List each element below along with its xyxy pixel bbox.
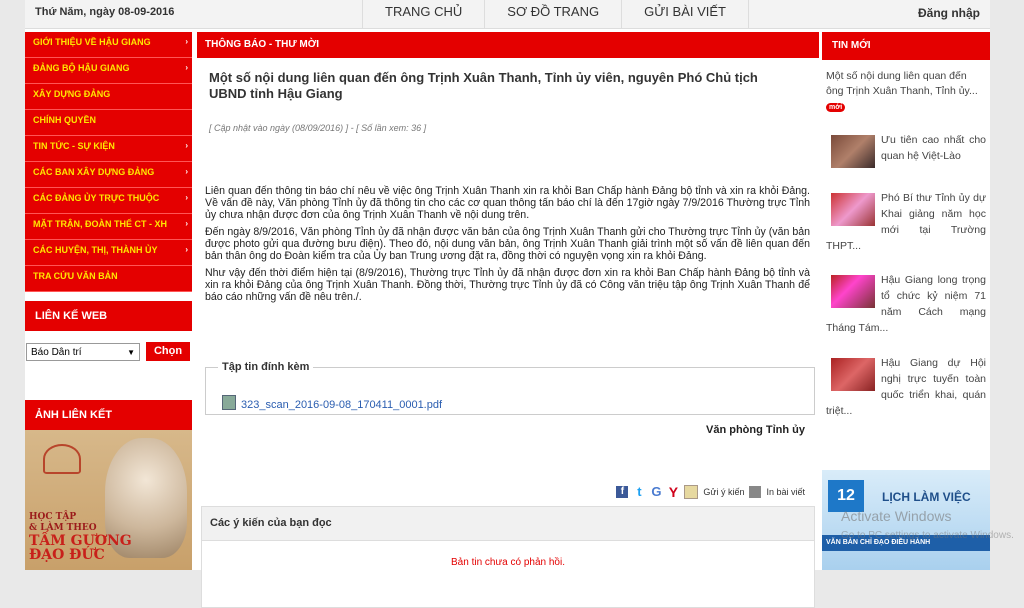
lotus-icon xyxy=(43,444,81,474)
chevron-right-icon: › xyxy=(185,219,188,228)
latest-news-heading: TIN MỚI xyxy=(822,32,990,60)
attachments-box: Tập tin đính kèm 323_scan_2016-09-08_170… xyxy=(205,361,815,415)
photo-links-heading: ẢNH LIÊN KẾT xyxy=(25,400,192,430)
news-thumbnail xyxy=(831,275,875,308)
article-body: Liên quan đến thông tin báo chí nêu về v… xyxy=(205,185,810,308)
file-icon xyxy=(222,395,236,410)
share-bar: f t G Y Gửi ý kiến In bài viết xyxy=(616,485,805,499)
news-item[interactable]: Hậu Giang long trọng tổ chức kỷ niệm 71 … xyxy=(826,272,986,336)
menu-item-tin-tuc[interactable]: TIN TỨC - SỰ KIỆN › xyxy=(25,136,192,162)
left-menu: GIỚI THIỆU VỀ HẬU GIANG › ĐẢNG BỘ HẬU GIA… xyxy=(25,32,192,331)
print-link[interactable]: In bài viết xyxy=(766,487,805,497)
web-links-select[interactable]: Báo Dân trí ▼ xyxy=(26,343,140,361)
menu-item-label: ĐẢNG BỘ HẬU GIANG xyxy=(33,63,130,73)
attachment-link[interactable]: 323_scan_2016-09-08_170411_0001.pdf xyxy=(222,395,442,411)
paragraph: Liên quan đến thông tin báo chí nêu về v… xyxy=(205,185,810,221)
banner-line-4: ĐẠO ĐỨC xyxy=(29,547,105,563)
banner-text-2: TẤM GƯƠNG ĐẠO ĐỨC xyxy=(29,534,132,562)
menu-item-label: MẶT TRẬN, ĐOÀN THỂ CT - XH xyxy=(33,219,167,229)
menu-item-label: XÂY DỰNG ĐẢNG xyxy=(33,89,111,99)
top-bar: Thứ Năm, ngày 08-09-2016 TRANG CHỦ SƠ ĐỒ… xyxy=(25,0,990,29)
chevron-right-icon: › xyxy=(185,37,188,46)
google-icon[interactable]: G xyxy=(650,485,662,498)
chevron-right-icon: › xyxy=(185,245,188,254)
page-gutter xyxy=(990,0,1024,570)
chevron-right-icon: › xyxy=(185,141,188,150)
banner-text-1: HỌC TẬP & LÀM THEO xyxy=(29,512,97,534)
yahoo-icon[interactable]: Y xyxy=(667,485,679,499)
news-item[interactable]: Hậu Giang dự Hội nghị trực tuyến toàn qu… xyxy=(826,355,986,419)
nav-submit-article[interactable]: GỬI BÀI VIẾT xyxy=(621,0,749,28)
new-badge: mới xyxy=(826,103,846,112)
main-content: THÔNG BÁO - THƯ MỜI Một số nội dung liên… xyxy=(197,32,819,608)
login-link[interactable]: Đăng nhập xyxy=(918,6,980,20)
menu-item-label: CHÍNH QUYỀN xyxy=(33,115,97,125)
menu-item-label: CÁC BAN XÂY DỰNG ĐẢNG xyxy=(33,167,155,177)
update-info: [ Cập nhật vào ngày (08/09/2016) ] - [ S… xyxy=(209,123,427,133)
nav-home[interactable]: TRANG CHỦ xyxy=(362,0,486,28)
send-comment-link[interactable]: Gửi ý kiến xyxy=(703,487,744,497)
web-links-heading: LIÊN KẾ WEB xyxy=(25,301,192,331)
menu-item-xay-dung-dang[interactable]: XÂY DỰNG ĐẢNG xyxy=(25,84,192,110)
menu-item-label: TIN TỨC - SỰ KIỆN xyxy=(33,141,115,151)
select-value: Báo Dân trí xyxy=(31,347,82,358)
calendar-title: LỊCH LÀM VIỆC xyxy=(882,490,971,504)
facebook-icon[interactable]: f xyxy=(616,486,629,498)
news-item-text: Một số nội dung liên quan đến ông Trịnh … xyxy=(826,70,978,97)
news-thumbnail xyxy=(831,358,875,391)
attachments-label: Tập tin đính kèm xyxy=(218,361,314,373)
menu-item-label: GIỚI THIỆU VỀ HẬU GIANG xyxy=(33,37,151,47)
paragraph: Như vậy đến thời điểm hiện tại (8/9/2016… xyxy=(205,267,810,303)
banner-line-1: HỌC TẬP xyxy=(29,512,77,522)
article-title: Một số nội dung liên quan đến ông Trịnh … xyxy=(209,70,758,101)
comments-title: Các ý kiến của bạn đọc xyxy=(202,507,814,541)
menu-item-huyen-thi[interactable]: CÁC HUYỆN, THỊ, THÀNH ỦY › xyxy=(25,240,192,266)
current-date: Thứ Năm, ngày 08-09-2016 xyxy=(35,6,175,18)
menu-item-label: TRA CỨU VĂN BẢN xyxy=(33,271,118,281)
news-item-text: Ưu tiên cao nhất cho quan hệ Việt-Lào xyxy=(881,134,986,162)
section-heading: THÔNG BÁO - THƯ MỜI xyxy=(197,32,819,58)
news-thumbnail xyxy=(831,193,875,226)
go-button[interactable]: Chọn xyxy=(146,342,190,361)
news-thumbnail xyxy=(831,135,875,168)
menu-item-dang-uy[interactable]: CÁC ĐẢNG ỦY TRỰC THUỘC › xyxy=(25,188,192,214)
ho-chi-minh-banner[interactable]: HỌC TẬP & LÀM THEO TẤM GƯƠNG ĐẠO ĐỨC xyxy=(25,430,192,570)
paragraph: Đến ngày 8/9/2016, Văn phòng Tỉnh ủy đã … xyxy=(205,226,810,262)
article-author: Văn phòng Tỉnh ủy xyxy=(706,424,805,436)
menu-item-mat-tran[interactable]: MẶT TRẬN, ĐOÀN THỂ CT - XH › xyxy=(25,214,192,240)
right-sidebar: TIN MỚI Một số nội dung liên quan đến ôn… xyxy=(822,32,990,570)
printer-icon xyxy=(749,486,762,498)
menu-item-cac-ban[interactable]: CÁC BAN XÂY DỰNG ĐẢNG › xyxy=(25,162,192,188)
menu-item-dang-bo[interactable]: ĐẢNG BỘ HẬU GIANG › xyxy=(25,58,192,84)
comments-box: Các ý kiến của bạn đọc Bản tin chưa có p… xyxy=(201,506,815,608)
menu-item-label: CÁC ĐẢNG ỦY TRỰC THUỘC xyxy=(33,193,160,203)
top-nav: TRANG CHỦ SƠ ĐỒ TRANG GỬI BÀI VIẾT xyxy=(362,0,749,28)
windows-watermark: Activate Windows xyxy=(841,508,952,524)
menu-item-tra-cuu[interactable]: TRA CỨU VĂN BẢN xyxy=(25,266,192,292)
news-item-first[interactable]: Một số nội dung liên quan đến ông Trịnh … xyxy=(826,69,986,114)
windows-watermark-sub: Go to PC settings to activate Windows. xyxy=(841,530,1014,541)
envelope-icon xyxy=(684,485,699,499)
chevron-down-icon: ▼ xyxy=(127,348,135,357)
menu-item-chinh-quyen[interactable]: CHÍNH QUYỀN xyxy=(25,110,192,136)
menu-item-gioi-thieu[interactable]: GIỚI THIỆU VỀ HẬU GIANG › xyxy=(25,32,192,58)
banner-line-2: & LÀM THEO xyxy=(29,523,97,533)
news-item[interactable]: Phó Bí thư Tỉnh ủy dự Khai giảng năm học… xyxy=(826,190,986,254)
chevron-right-icon: › xyxy=(185,167,188,176)
news-item[interactable]: Ưu tiên cao nhất cho quan hệ Việt-Lào xyxy=(826,132,986,168)
attachment-filename: 323_scan_2016-09-08_170411_0001.pdf xyxy=(241,399,443,411)
twitter-icon[interactable]: t xyxy=(633,485,645,498)
chevron-right-icon: › xyxy=(185,193,188,202)
menu-item-label: CÁC HUYỆN, THỊ, THÀNH ỦY xyxy=(33,245,158,255)
no-comments-text: Bản tin chưa có phản hồi. xyxy=(451,557,565,568)
nav-sitemap[interactable]: SƠ ĐỒ TRANG xyxy=(484,0,623,28)
chevron-right-icon: › xyxy=(185,63,188,72)
